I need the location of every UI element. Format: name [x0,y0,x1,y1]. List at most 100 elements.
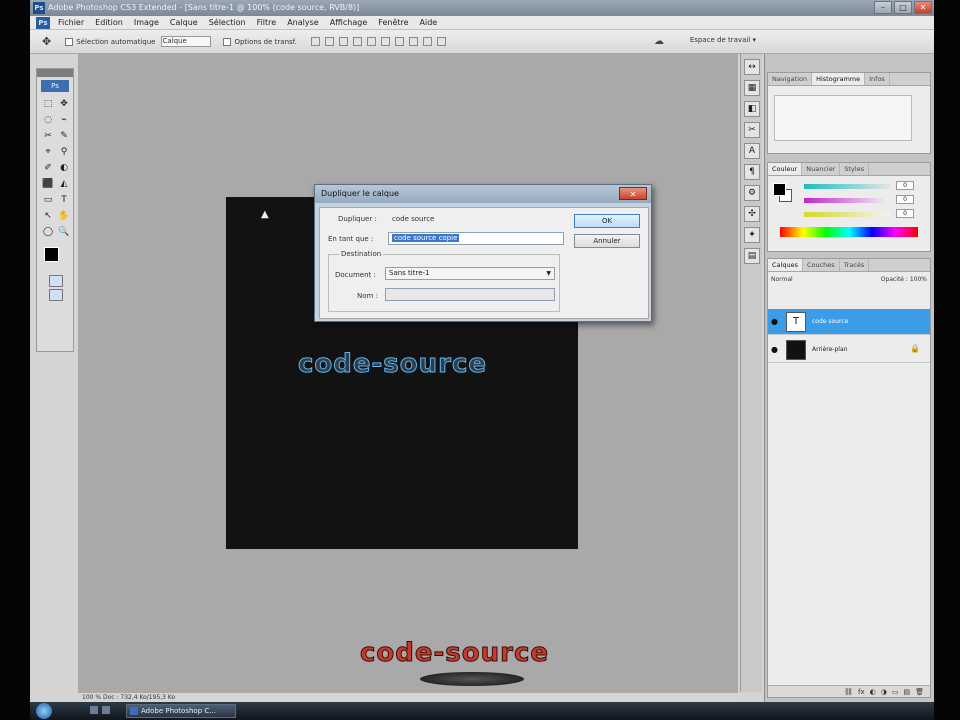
tab-styles[interactable]: Styles [840,163,870,175]
green-slider[interactable] [804,198,890,203]
tab-swatches[interactable]: Nuancier [802,163,841,175]
paragraph-dock-icon[interactable]: ¶ [744,164,760,180]
name-input[interactable] [385,288,555,301]
tab-histogram[interactable]: Histogramme [812,73,866,85]
history-brush-icon[interactable]: ⚲ [57,145,71,159]
menu-aide[interactable]: Aide [420,18,438,27]
lasso-tool-icon[interactable]: ◌ [41,113,55,127]
start-button[interactable] [36,703,52,719]
layer-comps-dock-icon[interactable]: ▤ [744,248,760,264]
tool-presets-dock-icon[interactable]: ✂ [744,122,760,138]
red-value[interactable]: 0 [896,181,914,190]
layer-mask-icon[interactable]: ◐ [870,686,876,697]
minimize-button[interactable]: – [874,1,892,14]
menu-fenetre[interactable]: Fenêtre [378,18,408,27]
new-layer-icon[interactable]: ▤ [903,686,910,697]
workspace-icon[interactable]: ☁ [654,36,664,47]
align-middle-icon[interactable] [324,37,334,46]
info-dock-icon[interactable]: ◧ [744,101,760,117]
navigator-dock-icon[interactable]: ↔ [744,59,760,75]
new-group-icon[interactable]: ▭ [892,686,899,697]
workspace-menu[interactable]: Espace de travail ▾ [690,36,756,44]
menu-analyse[interactable]: Analyse [287,18,319,27]
menu-edition[interactable]: Edition [95,18,123,27]
layer-row[interactable]: ● Arrière-plan 🔒 [768,337,930,363]
character-dock-icon[interactable]: A [744,143,760,159]
clone-source-dock-icon[interactable]: ✦ [744,227,760,243]
align-top-icon[interactable] [310,37,320,46]
screen-mode-icon[interactable] [49,289,63,301]
menu-calque[interactable]: Calque [170,18,198,27]
tab-layers[interactable]: Calques [768,259,803,271]
close-button[interactable]: ✕ [914,1,932,14]
blue-slider[interactable] [804,212,890,217]
stamp-tool-icon[interactable]: ⌖ [41,145,55,159]
tab-color[interactable]: Couleur [768,163,803,175]
path-select-icon[interactable]: ↖ [41,209,55,223]
type-tool-icon[interactable]: T [57,193,71,207]
layer-style-icon[interactable]: fx [858,686,865,697]
move-tool-icon[interactable]: ✥ [57,97,71,111]
marquee-tool-icon[interactable]: ⬚ [41,97,55,111]
layer-row[interactable]: ● T code source [768,309,930,335]
tab-navigation[interactable]: Navigation [768,73,813,85]
panel-foreground-swatch[interactable] [773,183,786,196]
menu-filtre[interactable]: Filtre [257,18,277,27]
auto-select-checkbox[interactable] [65,37,74,46]
transform-controls-checkbox[interactable] [223,37,232,46]
ok-button[interactable]: OK [574,214,640,228]
green-value[interactable]: 0 [896,195,914,204]
toolbox-grip[interactable] [37,69,73,77]
align-bottom-icon[interactable] [338,37,348,46]
trash-icon[interactable]: 🗑 [915,686,924,697]
move-tool-icon[interactable]: ✥ [42,35,51,48]
quick-launch-icon[interactable] [90,706,98,714]
menu-fichier[interactable]: Fichier [58,18,84,27]
align-right-icon[interactable] [380,37,390,46]
zoom-tool-icon[interactable]: 🔍 [57,225,71,239]
quick-launch-icon[interactable] [102,706,110,714]
eye-icon[interactable]: ● [771,345,778,354]
distribute-top-icon[interactable] [394,37,404,46]
align-center-icon[interactable] [366,37,376,46]
distribute-middle-icon[interactable] [408,37,418,46]
eye-icon[interactable]: ● [771,317,778,326]
maximize-button[interactable]: □ [894,1,912,14]
tab-info[interactable]: Infos [865,73,890,85]
crop-tool-icon[interactable]: ✂ [41,129,55,143]
actions-dock-icon[interactable]: ⚙ [744,185,760,201]
auto-align-icon[interactable] [436,37,446,46]
distribute-bottom-icon[interactable] [422,37,432,46]
eraser-tool-icon[interactable]: ✐ [41,161,55,175]
color-spectrum-bar[interactable] [780,227,918,237]
layer-name[interactable]: code source [812,318,848,325]
blue-value[interactable]: 0 [896,209,914,218]
menu-selection[interactable]: Sélection [209,18,246,27]
dodge-tool-icon[interactable]: ◭ [57,177,71,191]
brush-tool-icon[interactable]: ✎ [57,129,71,143]
gradient-tool-icon[interactable]: ◐ [57,161,71,175]
cancel-button[interactable]: Annuler [574,234,640,248]
as-name-input[interactable]: code source copie [388,232,564,245]
adjustment-layer-icon[interactable]: ◑ [881,686,887,697]
shape-tool-icon[interactable]: ◯ [41,225,55,239]
menu-image[interactable]: Image [134,18,159,27]
foreground-color-swatch[interactable] [44,247,59,262]
opacity-field[interactable]: Opacité : 100% [881,276,927,283]
align-left-icon[interactable] [352,37,362,46]
text-layer-content[interactable]: code-source [297,349,487,380]
blur-tool-icon[interactable]: ⬛ [41,177,55,191]
link-layers-icon[interactable]: ⛓ [844,686,853,697]
blend-mode-select[interactable]: Normal [771,276,793,283]
dialog-close-button[interactable]: ✕ [619,187,647,200]
histogram-dock-icon[interactable]: ▦ [744,80,760,96]
quick-mask-icon[interactable] [49,275,63,287]
auto-select-combo[interactable]: Calque [161,36,212,47]
pen-tool-icon[interactable]: ▭ [41,193,55,207]
menu-affichage[interactable]: Affichage [330,18,368,27]
tab-paths[interactable]: Tracés [840,259,870,271]
hand-tool-icon[interactable]: ✋ [57,209,71,223]
taskbar-photoshop-button[interactable]: Adobe Photoshop C... [126,704,236,718]
document-select[interactable]: Sans titre-1 ▼ [385,267,555,280]
red-slider[interactable] [804,184,890,189]
